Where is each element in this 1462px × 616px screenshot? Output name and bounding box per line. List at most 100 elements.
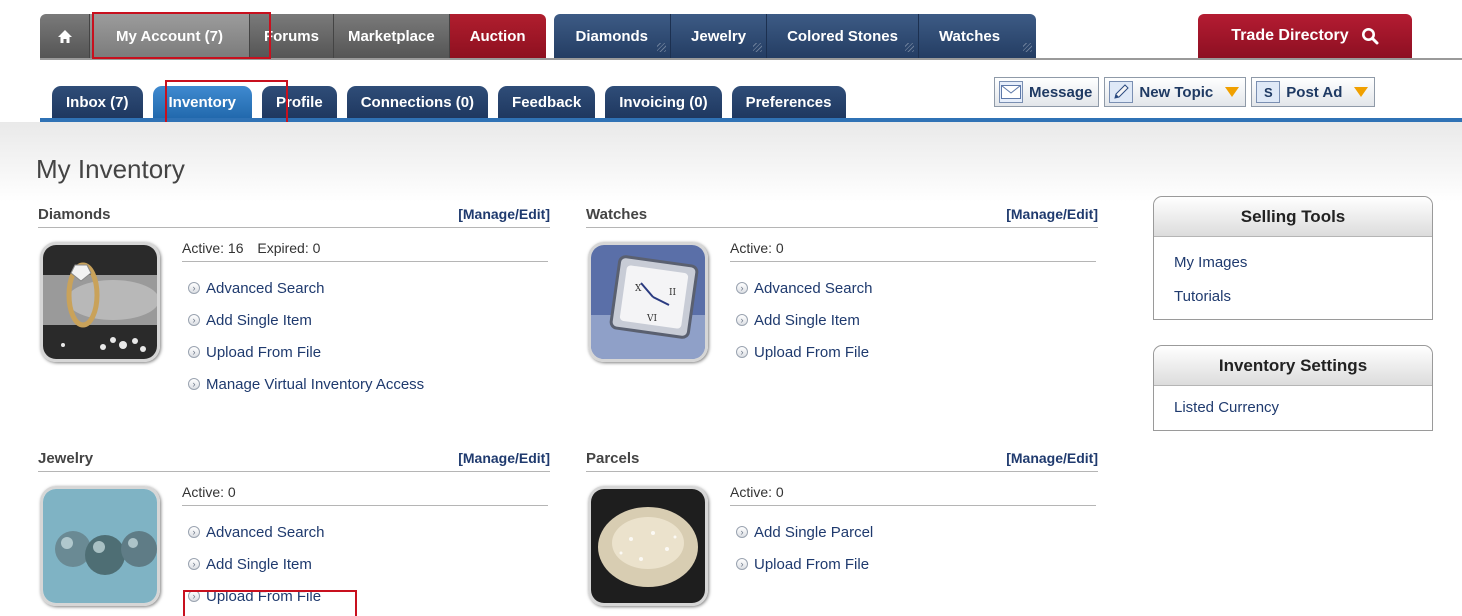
- add-single-item-link[interactable]: › Add Single Item: [736, 304, 872, 336]
- listed-currency-link[interactable]: Listed Currency: [1154, 390, 1432, 424]
- home-icon: [57, 29, 72, 43]
- arrow-bullet-icon: ›: [736, 346, 748, 358]
- section-title: Watches: [586, 206, 648, 223]
- inventory-stats: Active: 0: [730, 240, 1096, 262]
- tab-forums[interactable]: Forums: [249, 14, 334, 58]
- section-links: › Add Single Parcel › Upload From File: [736, 516, 873, 580]
- tab-auction[interactable]: Auction: [449, 14, 546, 58]
- subtab-profile[interactable]: Profile: [262, 86, 337, 118]
- tutorials-link[interactable]: Tutorials: [1154, 279, 1432, 313]
- content-header-background: [0, 122, 1462, 202]
- section-title: Parcels: [586, 450, 640, 467]
- link-label: Add Single Item: [206, 555, 312, 573]
- envelope-icon: [999, 81, 1023, 103]
- selling-tools-panel: Selling Tools My Images Tutorials: [1153, 196, 1433, 320]
- upload-from-file-link[interactable]: › Upload From File: [188, 336, 424, 368]
- manage-edit-link[interactable]: [Manage/Edit]: [458, 450, 550, 466]
- subtab-inventory-label: Inventory: [168, 93, 237, 111]
- arrow-bullet-icon: ›: [736, 558, 748, 570]
- subtab-feedback[interactable]: Feedback: [498, 86, 596, 118]
- tab-diamonds-label: Diamonds: [575, 27, 649, 45]
- link-label: Add Single Item: [754, 311, 860, 329]
- section-parcels: Parcels [Manage/Edit] Active: 0 › Add Sin…: [586, 450, 1098, 616]
- section-links: › Advanced Search › Add Single Item › Uploa…: [188, 272, 424, 400]
- tab-marketplace-label: Marketplace: [347, 27, 435, 45]
- home-tab[interactable]: [40, 14, 90, 58]
- top-navigation: My Account (7) Forums Marketplace Auctio…: [40, 14, 1044, 58]
- tab-diamonds[interactable]: Diamonds: [553, 14, 672, 58]
- link-label: Add Single Parcel: [754, 523, 874, 541]
- tab-colored-stones-label: Colored Stones: [787, 27, 898, 45]
- watch-thumbnail: X II VI: [588, 242, 708, 362]
- tab-my-account[interactable]: My Account (7): [90, 14, 250, 58]
- add-single-item-link[interactable]: › Add Single Item: [188, 304, 424, 336]
- inventory-stats: Active: 16 Expired: 0: [182, 240, 548, 262]
- link-label: Advanced Search: [206, 279, 325, 297]
- advanced-search-link[interactable]: › Advanced Search: [188, 272, 424, 304]
- active-count: Active: 0: [182, 484, 236, 500]
- section-links: › Advanced Search › Add Single Item › Uploa…: [736, 272, 872, 368]
- subtab-connections[interactable]: Connections (0): [346, 86, 489, 118]
- section-links: › Advanced Search › Add Single Item › Uploa…: [188, 516, 324, 612]
- account-subnav: Inbox (7) Inventory Profile Connections …: [52, 86, 846, 118]
- manage-virtual-inventory-link[interactable]: › Manage Virtual Inventory Access: [188, 368, 424, 400]
- search-icon: [1361, 28, 1379, 45]
- tab-marketplace[interactable]: Marketplace: [333, 14, 450, 58]
- diamond-parcel-thumbnail: [588, 486, 708, 606]
- panel-title: Selling Tools: [1154, 197, 1432, 237]
- section-header: Diamonds [Manage/Edit]: [38, 206, 550, 228]
- arrow-bullet-icon: ›: [188, 526, 200, 538]
- subtab-preferences[interactable]: Preferences: [731, 86, 846, 118]
- trade-directory-button[interactable]: Trade Directory: [1198, 14, 1412, 58]
- new-topic-button[interactable]: New Topic: [1104, 77, 1247, 107]
- section-diamonds: Diamonds [Manage/Edit] Active: 16 Expire…: [38, 206, 550, 406]
- advanced-search-link[interactable]: › Advanced Search: [736, 272, 872, 304]
- dropdown-arrow-icon: [1225, 87, 1240, 97]
- manage-edit-link[interactable]: [Manage/Edit]: [1006, 450, 1098, 466]
- new-topic-label: New Topic: [1139, 83, 1214, 101]
- arrow-bullet-icon: ›: [188, 314, 200, 326]
- add-single-item-link[interactable]: › Add Single Item: [188, 548, 324, 580]
- section-title: Diamonds: [38, 206, 111, 223]
- subtab-connections-label: Connections (0): [360, 93, 475, 111]
- svg-text:X: X: [635, 284, 642, 294]
- upload-from-file-link[interactable]: › Upload From File: [188, 580, 324, 612]
- tab-forums-label: Forums: [263, 27, 319, 45]
- top-nav-group-community: My Account (7) Forums Marketplace Auctio…: [40, 14, 546, 58]
- section-watches: Watches [Manage/Edit] X II VI Active: 0 › A…: [586, 206, 1098, 406]
- arrow-bullet-icon: ›: [188, 590, 200, 602]
- diamond-ring-thumbnail: [40, 242, 160, 362]
- subtab-inventory[interactable]: Inventory: [152, 86, 253, 118]
- subtab-invoicing-label: Invoicing (0): [619, 93, 708, 111]
- arrow-bullet-icon: ›: [736, 526, 748, 538]
- link-label: Manage Virtual Inventory Access: [206, 375, 425, 393]
- add-single-parcel-link[interactable]: › Add Single Parcel: [736, 516, 873, 548]
- arrow-bullet-icon: ›: [188, 346, 200, 358]
- top-nav-divider: [40, 58, 1462, 60]
- section-jewelry: Jewelry [Manage/Edit] Active: 0 › Advance…: [38, 450, 550, 616]
- top-nav-group-products: Diamonds Jewelry Colored Stones Watches: [553, 14, 1037, 58]
- upload-from-file-link[interactable]: › Upload From File: [736, 336, 872, 368]
- arrow-bullet-icon: ›: [188, 378, 200, 390]
- manage-edit-link[interactable]: [Manage/Edit]: [1006, 206, 1098, 222]
- tab-colored-stones[interactable]: Colored Stones: [767, 14, 919, 58]
- dollar-sign-icon: S: [1256, 81, 1281, 103]
- message-button[interactable]: Message: [994, 77, 1100, 107]
- subtab-inbox[interactable]: Inbox (7): [52, 86, 143, 118]
- link-label: Upload From File: [206, 587, 322, 605]
- tab-jewelry[interactable]: Jewelry: [671, 14, 768, 58]
- post-ad-button[interactable]: S Post Ad: [1251, 77, 1376, 107]
- upload-from-file-link[interactable]: › Upload From File: [736, 548, 873, 580]
- page-title: My Inventory: [36, 154, 185, 184]
- message-label: Message: [1029, 83, 1093, 101]
- section-header: Watches [Manage/Edit]: [586, 206, 1098, 228]
- arrow-bullet-icon: ›: [736, 314, 748, 326]
- subtab-invoicing[interactable]: Invoicing (0): [605, 86, 722, 118]
- pearl-necklace-thumbnail: [40, 486, 160, 606]
- link-label: Advanced Search: [754, 279, 873, 297]
- manage-edit-link[interactable]: [Manage/Edit]: [458, 206, 550, 222]
- tab-watches[interactable]: Watches: [918, 14, 1037, 58]
- advanced-search-link[interactable]: › Advanced Search: [188, 516, 324, 548]
- dropdown-grip-icon: [904, 43, 914, 52]
- my-images-link[interactable]: My Images: [1154, 245, 1432, 279]
